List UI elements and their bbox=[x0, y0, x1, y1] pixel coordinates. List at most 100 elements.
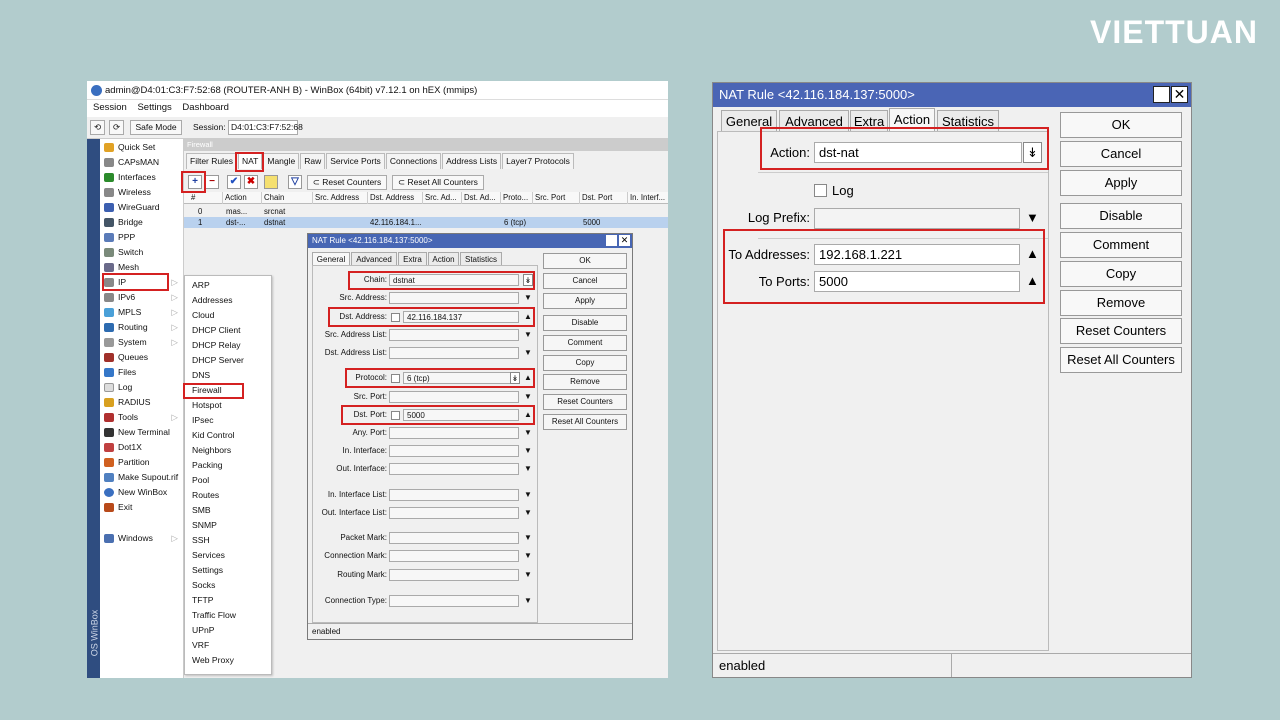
nav-partition[interactable]: Partition bbox=[104, 455, 182, 470]
submenu-item[interactable]: SNMP bbox=[192, 518, 217, 533]
src-port-field[interactable] bbox=[389, 391, 519, 403]
submenu-item[interactable]: DNS bbox=[192, 368, 210, 383]
tab-layer7-protocols[interactable]: Layer7 Protocols bbox=[502, 153, 574, 169]
submenu-item[interactable]: Web Proxy bbox=[192, 653, 234, 668]
submenu-item[interactable]: Settings bbox=[192, 563, 223, 578]
any-port-field[interactable] bbox=[389, 427, 519, 439]
connection-mark-field[interactable] bbox=[389, 550, 519, 562]
table-row[interactable]: 0 mas... srcnat bbox=[184, 206, 668, 217]
nav-radius[interactable]: RADIUS bbox=[104, 395, 182, 410]
tab-raw[interactable]: Raw bbox=[300, 153, 326, 169]
copy-button[interactable]: Copy bbox=[1060, 261, 1182, 287]
chevron-down-icon[interactable]: ▼ bbox=[523, 347, 533, 359]
nav-make-supout[interactable]: Make Supout.rif bbox=[104, 470, 182, 485]
tab-extra[interactable]: Extra bbox=[398, 252, 427, 266]
dst-port-negate-checkbox[interactable] bbox=[391, 411, 400, 420]
disable-button[interactable]: Disable bbox=[543, 315, 627, 331]
session-field[interactable]: D4:01:C3:F7:52:68 bbox=[228, 120, 303, 135]
nav-quick-set[interactable]: Quick Set bbox=[104, 140, 182, 155]
chevron-down-icon[interactable]: ▼ bbox=[1026, 210, 1039, 225]
chain-field[interactable]: dstnat bbox=[389, 274, 519, 286]
chevron-up-icon[interactable]: ▲ bbox=[1026, 246, 1039, 261]
submenu-item[interactable]: Neighbors bbox=[192, 443, 231, 458]
col-src-port[interactable]: Src. Port bbox=[532, 192, 565, 204]
tab-general[interactable]: General bbox=[312, 252, 350, 266]
out-interface-list-field[interactable] bbox=[389, 507, 519, 519]
submenu-item[interactable]: IPsec bbox=[192, 413, 214, 428]
nav-files[interactable]: Files bbox=[104, 365, 182, 380]
log-checkbox[interactable] bbox=[814, 184, 827, 197]
nav-mpls[interactable]: MPLS ▷ bbox=[104, 305, 182, 320]
submenu-item[interactable]: Hotspot bbox=[192, 398, 222, 413]
chevron-down-icon[interactable]: ▼ bbox=[523, 292, 533, 304]
col-in-interface[interactable]: In. Interf... bbox=[627, 192, 665, 204]
col-num[interactable]: # bbox=[189, 192, 195, 204]
submenu-item[interactable]: Socks bbox=[192, 578, 215, 593]
submenu-item[interactable]: Services bbox=[192, 548, 225, 563]
chevron-up-icon[interactable]: ▲ bbox=[1026, 273, 1039, 288]
nav-dot1x[interactable]: Dot1X bbox=[104, 440, 182, 455]
nav-mesh[interactable]: Mesh bbox=[104, 260, 182, 275]
submenu-item[interactable]: Pool bbox=[192, 473, 209, 488]
apply-button[interactable]: Apply bbox=[1060, 170, 1182, 196]
nav-new-winbox[interactable]: New WinBox bbox=[104, 485, 182, 500]
chevron-up-icon[interactable]: ▲ bbox=[523, 409, 533, 421]
nav-ip[interactable]: IP ▷ bbox=[104, 275, 182, 290]
tab-action[interactable]: Action bbox=[428, 252, 459, 266]
cancel-button[interactable]: Cancel bbox=[543, 273, 627, 289]
undo-icon[interactable]: ⟲ bbox=[90, 120, 105, 135]
col-dst-address[interactable]: Dst. Address bbox=[367, 192, 414, 204]
action-field[interactable]: dst-nat bbox=[814, 142, 1022, 163]
tab-address-lists[interactable]: Address Lists bbox=[442, 153, 502, 169]
submenu-item[interactable]: TFTP bbox=[192, 593, 213, 608]
redo-icon[interactable]: ⟳ bbox=[109, 120, 124, 135]
safe-mode-button[interactable]: Safe Mode bbox=[130, 120, 182, 135]
nav-queues[interactable]: Queues bbox=[104, 350, 182, 365]
nav-interfaces[interactable]: Interfaces bbox=[104, 170, 182, 185]
nav-exit[interactable]: Exit bbox=[104, 500, 182, 515]
comment-icon[interactable] bbox=[264, 175, 278, 189]
chevron-down-icon[interactable]: ▼ bbox=[523, 427, 533, 439]
submenu-item[interactable]: Traffic Flow bbox=[192, 608, 236, 623]
disable-button[interactable]: Disable bbox=[1060, 203, 1182, 229]
nav-new-terminal[interactable]: New Terminal bbox=[104, 425, 182, 440]
menu-dashboard[interactable]: Dashboard bbox=[182, 102, 228, 113]
col-src-address-list[interactable]: Src. Ad... bbox=[422, 192, 457, 204]
chevron-down-icon[interactable]: ▼ bbox=[523, 391, 533, 403]
submenu-item[interactable]: SSH bbox=[192, 533, 210, 548]
close-icon[interactable]: ✕ bbox=[619, 235, 630, 246]
col-dst-address-list[interactable]: Dst. Ad... bbox=[461, 192, 496, 204]
col-dst-port[interactable]: Dst. Port bbox=[579, 192, 612, 204]
submenu-item[interactable]: UPnP bbox=[192, 623, 214, 638]
out-interface-field[interactable] bbox=[389, 463, 519, 475]
nav-ppp[interactable]: PPP bbox=[104, 230, 182, 245]
maximize-icon[interactable] bbox=[1153, 86, 1170, 103]
menu-settings[interactable]: Settings bbox=[137, 102, 171, 113]
src-address-list-field[interactable] bbox=[389, 329, 519, 341]
copy-button[interactable]: Copy bbox=[543, 355, 627, 371]
menu-session[interactable]: Session bbox=[93, 102, 127, 113]
reset-all-counters-button[interactable]: Reset All Counters bbox=[1060, 347, 1182, 373]
ok-button[interactable]: OK bbox=[543, 253, 627, 269]
protocol-field[interactable]: 6 (tcp) bbox=[403, 372, 511, 384]
nav-tools[interactable]: Tools ▷ bbox=[104, 410, 182, 425]
log-prefix-field[interactable] bbox=[814, 208, 1020, 229]
tab-nat[interactable]: NAT bbox=[237, 153, 263, 169]
connection-type-field[interactable] bbox=[389, 595, 519, 607]
nav-capsman[interactable]: CAPsMAN bbox=[104, 155, 182, 170]
submenu-item[interactable]: Routes bbox=[192, 488, 219, 503]
submenu-item[interactable]: DHCP Relay bbox=[192, 338, 241, 353]
comment-button[interactable]: Comment bbox=[543, 335, 627, 351]
submenu-item[interactable]: Packing bbox=[192, 458, 223, 473]
dst-port-field[interactable]: 5000 bbox=[403, 409, 519, 421]
chevron-down-icon[interactable]: ▼ bbox=[523, 329, 533, 341]
chevron-down-icon[interactable]: ▼ bbox=[523, 532, 533, 544]
reset-counters-button[interactable]: Reset Counters bbox=[543, 394, 627, 410]
nav-log[interactable]: Log bbox=[104, 380, 182, 395]
chevron-down-icon[interactable]: ▼ bbox=[523, 507, 533, 519]
cancel-button[interactable]: Cancel bbox=[1060, 141, 1182, 167]
submenu-item[interactable]: Kid Control bbox=[192, 428, 235, 443]
chevron-down-icon[interactable]: ▼ bbox=[523, 595, 533, 607]
tab-service-ports[interactable]: Service Ports bbox=[326, 153, 385, 169]
table-row[interactable]: 1 dst-... dstnat 42.116.184.1... 6 (tcp)… bbox=[184, 217, 668, 228]
